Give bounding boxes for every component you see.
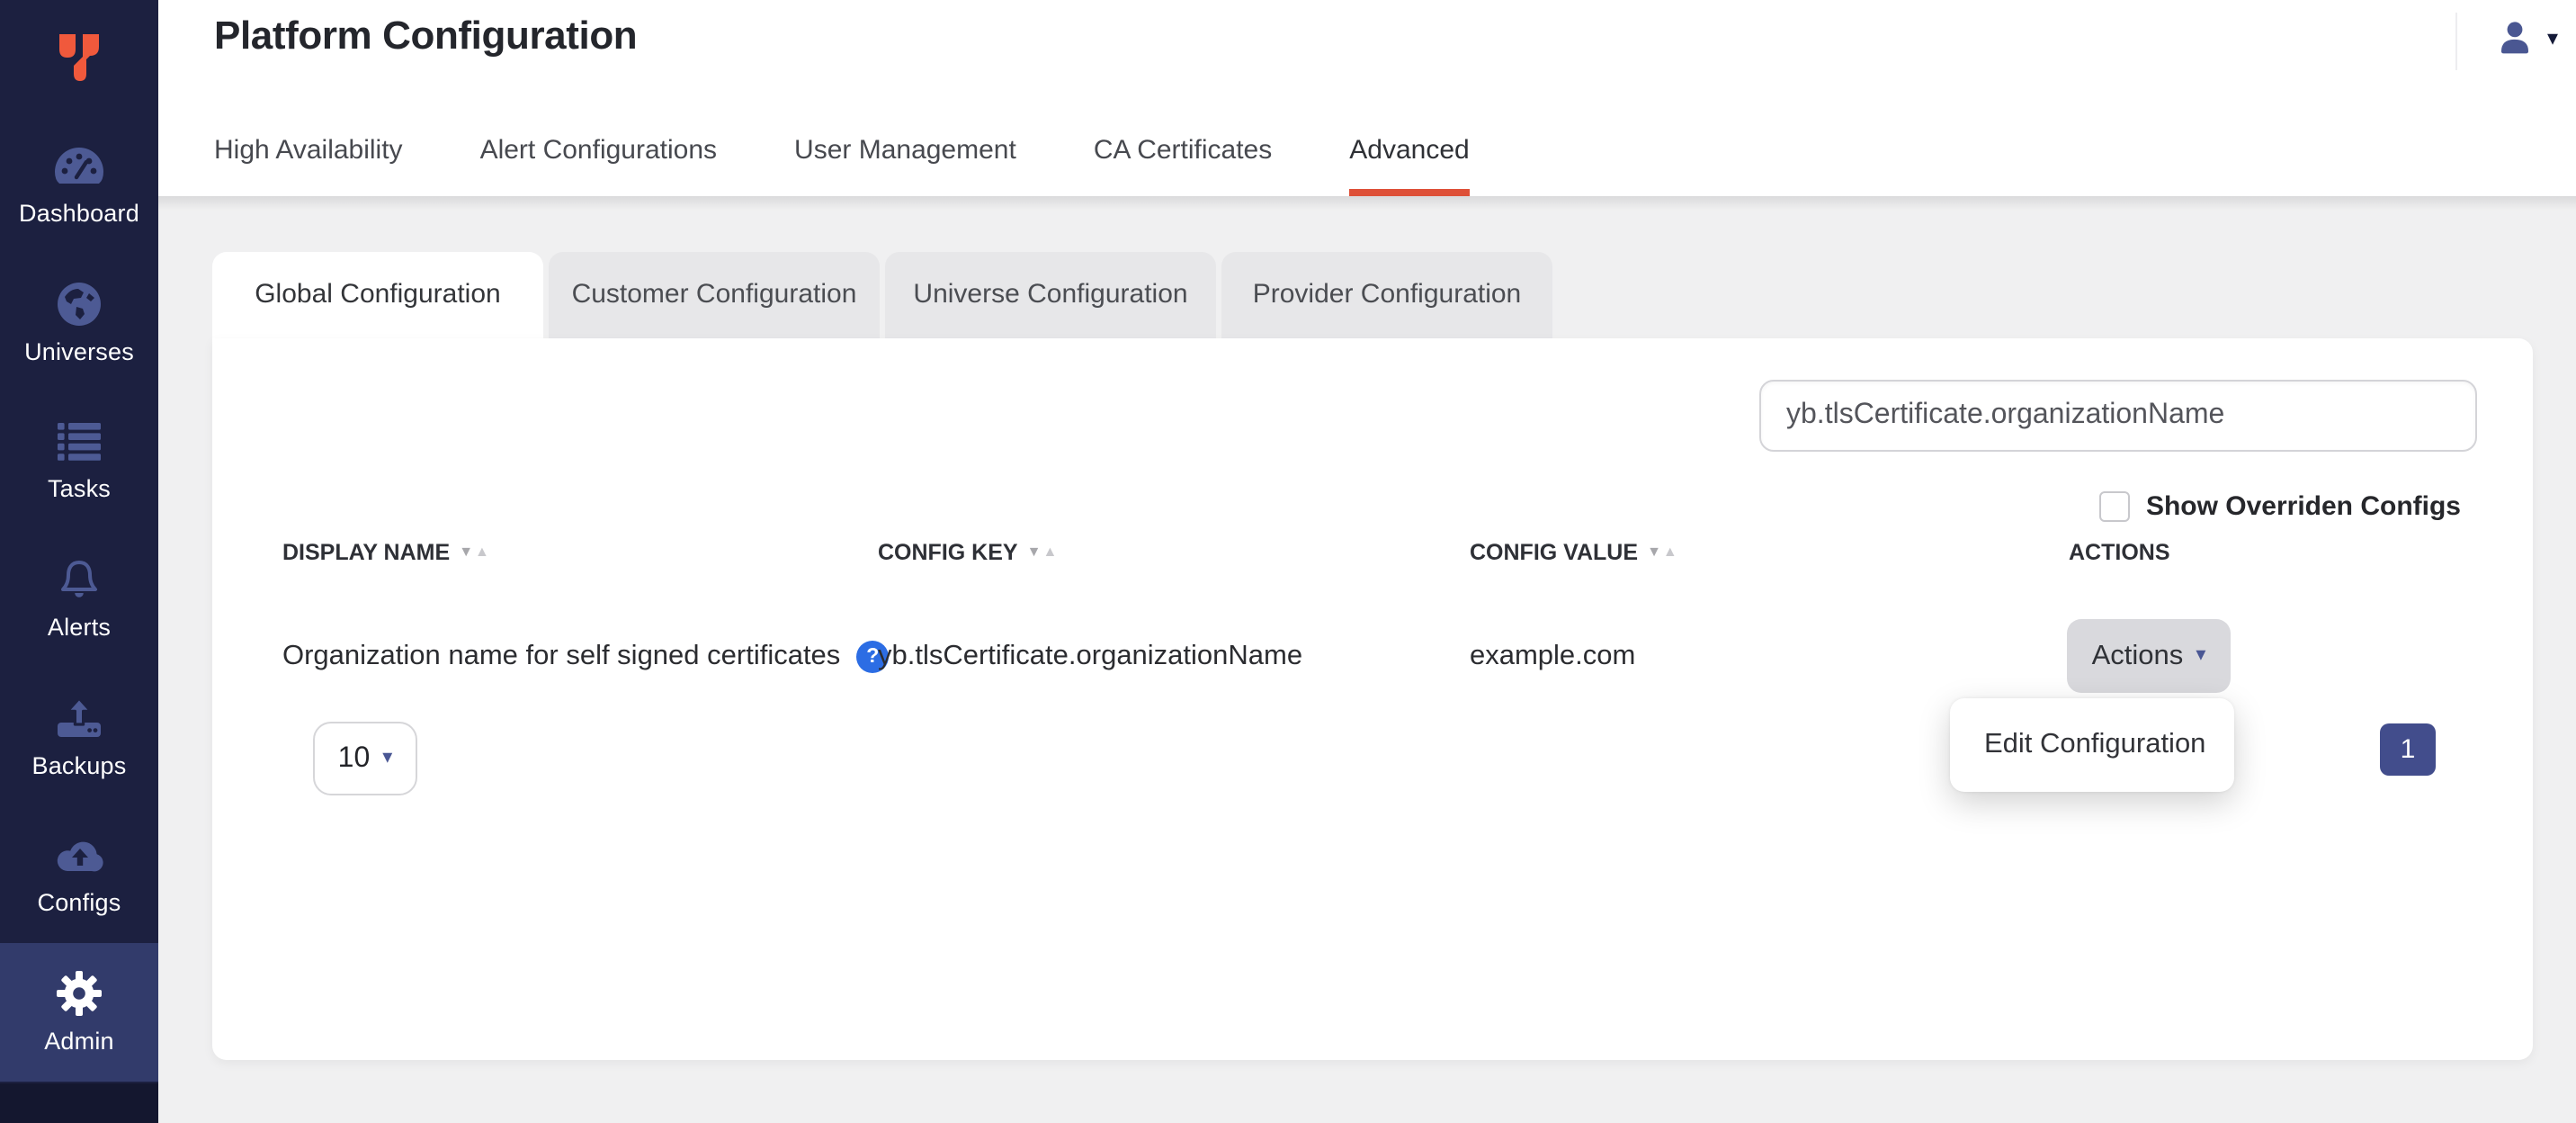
sidebar-item-label: Configs	[38, 890, 121, 917]
bell-icon	[56, 556, 103, 603]
user-icon	[2495, 18, 2535, 58]
sidebar-item-label: Backups	[32, 751, 127, 778]
gear-icon	[56, 970, 103, 1017]
show-overriden-configs-row: Show Overriden Configs	[2099, 491, 2461, 522]
list-icon	[56, 418, 103, 464]
column-header-label: ACTIONS	[2069, 540, 2170, 565]
config-display-name: Organization name for self signed certif…	[282, 641, 840, 673]
chevron-down-icon: ▾	[2547, 27, 2558, 49]
show-overriden-configs-checkbox[interactable]	[2099, 491, 2130, 522]
user-menu-button[interactable]: ▾	[2495, 18, 2558, 58]
caret-down-icon: ▾	[382, 749, 392, 768]
sort-asc-icon: ▲	[1042, 545, 1057, 560]
subtab-customer-configuration[interactable]: Customer Configuration	[549, 252, 880, 338]
menu-item-edit-configuration[interactable]: Edit Configuration	[1950, 698, 2234, 792]
global-configuration-panel: Show Overriden Configs DISPLAY NAME ▼ ▲ …	[212, 338, 2533, 1060]
subtab-provider-configuration[interactable]: Provider Configuration	[1221, 252, 1552, 338]
page-header: Platform Configuration High Availability…	[158, 0, 2576, 196]
tab-high-availability[interactable]: High Availability	[214, 135, 403, 196]
sort-desc-icon: ▼	[1027, 545, 1042, 560]
table-row-display-name: Organization name for self signed certif…	[282, 641, 889, 673]
sidebar-nav: Dashboard Universes	[0, 115, 158, 1082]
sidebar-item-label: Dashboard	[19, 200, 139, 227]
yugabyte-logo[interactable]	[0, 0, 158, 115]
column-header-config-key[interactable]: CONFIG KEY ▼ ▲	[878, 540, 1057, 565]
sidebar-item-backups[interactable]: Backups	[0, 668, 158, 805]
content-area: Global Configuration Customer Configurat…	[158, 196, 2576, 1123]
sidebar-item-universes[interactable]: Universes	[0, 253, 158, 391]
column-header-label: CONFIG KEY	[878, 540, 1018, 565]
main-tabs: High Availability Alert Configurations U…	[214, 135, 1470, 196]
sidebar-item-tasks[interactable]: Tasks	[0, 391, 158, 529]
column-header-label: DISPLAY NAME	[282, 540, 450, 565]
config-search-input[interactable]	[1759, 380, 2477, 452]
tab-alert-configurations[interactable]: Alert Configurations	[480, 135, 717, 196]
row-actions-button[interactable]: Actions ▾	[2067, 619, 2231, 693]
globe-icon	[56, 280, 103, 327]
sort-icons[interactable]: ▼ ▲	[1647, 545, 1677, 560]
config-scope-tabs: Global Configuration Customer Configurat…	[212, 252, 1558, 338]
gauge-icon	[52, 142, 106, 189]
tab-ca-certificates[interactable]: CA Certificates	[1094, 135, 1272, 196]
sidebar-item-alerts[interactable]: Alerts	[0, 529, 158, 667]
tab-advanced[interactable]: Advanced	[1349, 135, 1469, 196]
tab-user-management[interactable]: User Management	[794, 135, 1016, 196]
page-size-dropdown[interactable]: 10 ▾	[313, 722, 417, 795]
page-title: Platform Configuration	[214, 13, 637, 59]
sort-icons[interactable]: ▼ ▲	[1027, 545, 1058, 560]
row-actions-label: Actions	[2092, 640, 2184, 672]
app-viewport: Dashboard Universes	[0, 0, 2576, 1123]
yugabyte-logo-icon	[49, 27, 110, 88]
show-overriden-configs-label: Show Overriden Configs	[2146, 491, 2461, 522]
sort-icons[interactable]: ▼ ▲	[459, 545, 489, 560]
sidebar-item-label: Tasks	[48, 475, 111, 502]
column-header-display-name[interactable]: DISPLAY NAME ▼ ▲	[282, 540, 489, 565]
column-header-label: CONFIG VALUE	[1470, 540, 1638, 565]
sort-asc-icon: ▲	[1663, 545, 1677, 560]
sidebar-item-label: Universes	[24, 337, 134, 364]
sort-desc-icon: ▼	[459, 545, 473, 560]
cloud-upload-icon	[54, 832, 104, 879]
actions-dropdown-menu: Edit Configuration	[1950, 698, 2234, 792]
upload-tray-icon	[56, 694, 103, 741]
column-header-actions: ACTIONS	[2069, 540, 2170, 565]
sidebar-footer-strip	[0, 1083, 158, 1123]
subtab-universe-configuration[interactable]: Universe Configuration	[885, 252, 1216, 338]
table-row-config-key: yb.tlsCertificate.organizationName	[878, 641, 1302, 673]
caret-down-icon: ▾	[2196, 646, 2205, 666]
table-row-config-value: example.com	[1470, 641, 1635, 673]
sidebar-item-configs[interactable]: Configs	[0, 805, 158, 943]
sidebar-item-admin[interactable]: Admin	[0, 943, 158, 1081]
sidebar: Dashboard Universes	[0, 0, 158, 1123]
sidebar-item-label: Admin	[44, 1028, 114, 1055]
sort-desc-icon: ▼	[1647, 545, 1661, 560]
header-divider	[2455, 13, 2456, 70]
page-size-value: 10	[338, 742, 371, 775]
column-header-config-value[interactable]: CONFIG VALUE ▼ ▲	[1470, 540, 1677, 565]
sort-asc-icon: ▲	[475, 545, 489, 560]
subtab-global-configuration[interactable]: Global Configuration	[212, 252, 543, 338]
pagination-page-1-button[interactable]: 1	[2380, 723, 2436, 776]
sidebar-item-label: Alerts	[48, 614, 111, 641]
sidebar-item-dashboard[interactable]: Dashboard	[0, 115, 158, 253]
